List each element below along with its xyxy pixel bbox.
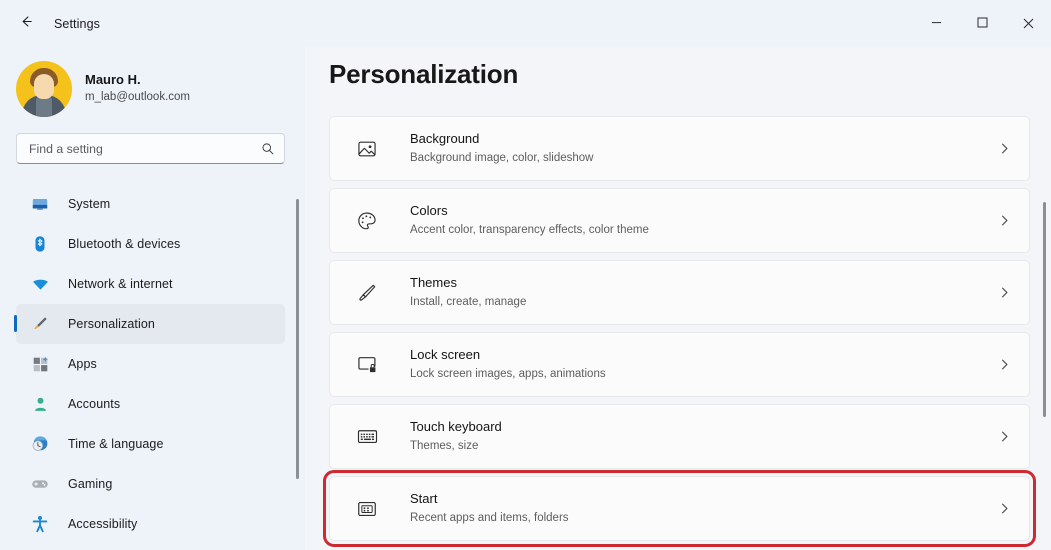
sidebar-item-time-language[interactable]: Time & language	[16, 424, 285, 464]
system-monitor-icon	[30, 194, 50, 214]
picture-icon	[352, 134, 382, 164]
keyboard-icon	[352, 422, 382, 452]
bluetooth-icon	[30, 234, 50, 254]
main-scrollbar-thumb[interactable]	[1043, 202, 1046, 417]
settings-card-lock-screen[interactable]: Lock screen Lock screen images, apps, an…	[329, 332, 1030, 397]
settings-card-start[interactable]: Start Recent apps and items, folders	[323, 470, 1036, 547]
settings-card-colors[interactable]: Colors Accent color, transparency effect…	[329, 188, 1030, 253]
apps-grid-icon	[30, 354, 50, 374]
card-subtitle: Recent apps and items, folders	[410, 512, 569, 525]
sidebar-item-label: Accounts	[68, 397, 121, 411]
settings-card-list: Background Background image, color, slid…	[323, 116, 1051, 547]
minimize-icon	[931, 15, 942, 33]
sidebar-item-label: Gaming	[68, 477, 113, 491]
profile-email: m_lab@outlook.com	[85, 91, 190, 104]
card-title: Start	[410, 491, 438, 507]
paintbrush-icon	[352, 278, 382, 308]
person-icon	[30, 394, 50, 414]
sidebar-item-accounts[interactable]: Accounts	[16, 384, 285, 424]
chevron-right-icon	[998, 358, 1011, 371]
card-title: Lock screen	[410, 347, 481, 363]
wifi-icon	[30, 274, 50, 294]
sidebar-scrollbar-track[interactable]	[292, 51, 299, 550]
start-menu-icon	[352, 494, 382, 524]
title-bar: Settings	[0, 0, 1051, 47]
back-arrow-icon	[19, 14, 34, 34]
close-icon	[1023, 18, 1033, 29]
chevron-right-icon	[998, 430, 1011, 443]
card-subtitle: Lock screen images, apps, animations	[410, 368, 606, 381]
card-subtitle: Install, create, manage	[410, 296, 527, 309]
search-box[interactable]	[16, 133, 285, 164]
settings-card-touch-keyboard[interactable]: Touch keyboard Themes, size	[329, 404, 1030, 469]
sidebar-item-gaming[interactable]: Gaming	[16, 464, 285, 504]
sidebar-item-label: Network & internet	[68, 277, 173, 291]
card-subtitle: Themes, size	[410, 440, 479, 453]
navigation-list: System Bluetooth & devices Network & int…	[0, 184, 305, 550]
card-subtitle: Background image, color, slideshow	[410, 152, 594, 165]
settings-card-background[interactable]: Background Background image, color, slid…	[329, 116, 1030, 181]
user-profile[interactable]: Mauro H. m_lab@outlook.com	[0, 47, 305, 121]
sidebar: Mauro H. m_lab@outlook.com Find a settin…	[0, 47, 305, 550]
search-input[interactable]	[29, 141, 261, 156]
window-body: Mauro H. m_lab@outlook.com Find a settin…	[0, 47, 1051, 550]
sidebar-item-label: Bluetooth & devices	[68, 237, 181, 251]
sidebar-item-accessibility[interactable]: Accessibility	[16, 504, 285, 544]
sidebar-item-bluetooth-devices[interactable]: Bluetooth & devices	[16, 224, 285, 264]
sidebar-item-label: Accessibility	[68, 517, 138, 531]
settings-window: Settings Mauro H. m_lab@outlook.com Find…	[0, 0, 1051, 550]
maximize-button[interactable]	[959, 0, 1005, 47]
avatar	[16, 60, 72, 117]
chevron-right-icon	[998, 286, 1011, 299]
clock-globe-icon	[30, 434, 50, 454]
sidebar-item-personalization[interactable]: Personalization	[14, 304, 285, 344]
maximize-icon	[977, 15, 988, 33]
sidebar-scrollbar-thumb[interactable]	[296, 199, 299, 479]
lock-screen-icon	[352, 350, 382, 380]
paintbrush-icon	[30, 314, 50, 334]
card-subtitle: Accent color, transparency effects, colo…	[410, 224, 649, 237]
card-title: Colors	[410, 203, 448, 219]
card-title: Background	[410, 131, 480, 147]
main-content: Personalization Background Background im…	[305, 47, 1051, 550]
sidebar-item-label: Personalization	[68, 317, 155, 331]
profile-name: Mauro H.	[85, 72, 141, 88]
sidebar-item-apps[interactable]: Apps	[16, 344, 285, 384]
chevron-right-icon	[998, 142, 1011, 155]
palette-icon	[352, 206, 382, 236]
window-controls	[913, 0, 1051, 47]
minimize-button[interactable]	[913, 0, 959, 47]
gamepad-icon	[30, 474, 50, 494]
chevron-right-icon	[998, 214, 1011, 227]
page-title: Personalization	[329, 59, 519, 89]
search-icon[interactable]	[261, 142, 275, 156]
settings-card-themes[interactable]: Themes Install, create, manage	[329, 260, 1030, 325]
back-button[interactable]	[9, 8, 43, 40]
accessibility-person-icon	[30, 514, 50, 534]
sidebar-item-system[interactable]: System	[16, 184, 285, 224]
sidebar-item-label: Apps	[68, 357, 97, 371]
sidebar-item-label: System	[68, 197, 111, 211]
search-area	[0, 121, 305, 164]
sidebar-item-network-internet[interactable]: Network & internet	[16, 264, 285, 304]
sidebar-item-label: Time & language	[68, 437, 164, 451]
close-button[interactable]	[1005, 0, 1051, 47]
window-title: Settings	[54, 16, 100, 31]
card-title: Themes	[410, 275, 457, 291]
card-title: Touch keyboard	[410, 419, 502, 435]
chevron-right-icon	[998, 502, 1011, 515]
